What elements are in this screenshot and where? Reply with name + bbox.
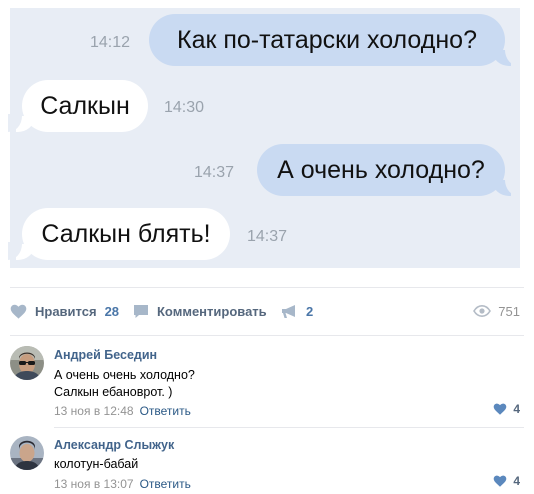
comment-icon [134, 304, 148, 318]
views-counter: 751 [473, 300, 520, 322]
user-photo [10, 346, 44, 380]
views-count: 751 [498, 303, 520, 319]
comment-button[interactable]: Комментировать [133, 300, 267, 322]
message-time: 14:37 [247, 228, 288, 245]
comment-date[interactable]: 13 ноя в 13:07 [54, 477, 134, 491]
share-button[interactable]: 2 [281, 300, 313, 322]
comment-meta: 13 ноя в 13:07 Ответить [54, 476, 524, 492]
comment-text-line: колотун-бабай [54, 457, 139, 471]
reply-link[interactable]: Ответить [140, 477, 191, 491]
eye-icon [473, 305, 492, 317]
comment-like-count: 4 [513, 402, 520, 416]
comment-meta: 13 ноя в 12:48 Ответить [54, 403, 524, 419]
reply-link[interactable]: Ответить [140, 404, 191, 418]
chat-screenshot: 14:12 Как по-татарски холодно? Салкын 14… [8, 8, 520, 268]
like-count: 28 [104, 303, 120, 319]
avatar[interactable] [10, 346, 44, 380]
message-time: 14:30 [164, 99, 205, 116]
message-time: 14:12 [90, 34, 131, 51]
share-count: 2 [306, 303, 314, 319]
like-button[interactable]: Нравится 28 [10, 300, 119, 322]
heart-icon [494, 403, 507, 415]
comment-text-line: Салкын ебановрот. ) [54, 385, 173, 399]
outgoing-message-bubble: Как по-татарски холодно? [149, 14, 519, 66]
comment-like-button[interactable]: 4 [493, 402, 520, 416]
divider [54, 427, 524, 428]
comment-date[interactable]: 13 ноя в 12:48 [54, 404, 134, 418]
megaphone-icon [282, 304, 295, 318]
user-photo [10, 436, 44, 470]
incoming-message-bubble: Салкын [8, 80, 148, 132]
like-label: Нравится [35, 303, 97, 319]
incoming-message-bubble: Салкын блять! [8, 208, 230, 260]
comment-like-button[interactable]: 4 [493, 474, 520, 488]
comment-author[interactable]: Александр Слыжук [54, 437, 524, 453]
comment: Андрей Беседин А очень очень холодно? Са… [10, 346, 524, 420]
avatar[interactable] [10, 436, 44, 470]
post-actions-bar: Нравится 28 Комментировать 2 751 [10, 300, 524, 322]
divider [10, 287, 524, 288]
comment-like-count: 4 [513, 474, 520, 488]
comment-text-line: А очень очень холодно? [54, 368, 195, 382]
comment: Александр Слыжук колотун-бабай 13 ноя в … [10, 436, 524, 492]
message-time: 14:37 [194, 164, 235, 181]
divider [10, 335, 524, 336]
heart-icon [494, 475, 507, 487]
outgoing-message-bubble: А очень холодно? [257, 144, 519, 196]
comment-label: Комментировать [157, 303, 267, 319]
comment-author[interactable]: Андрей Беседин [54, 347, 524, 363]
heart-icon [10, 304, 27, 319]
